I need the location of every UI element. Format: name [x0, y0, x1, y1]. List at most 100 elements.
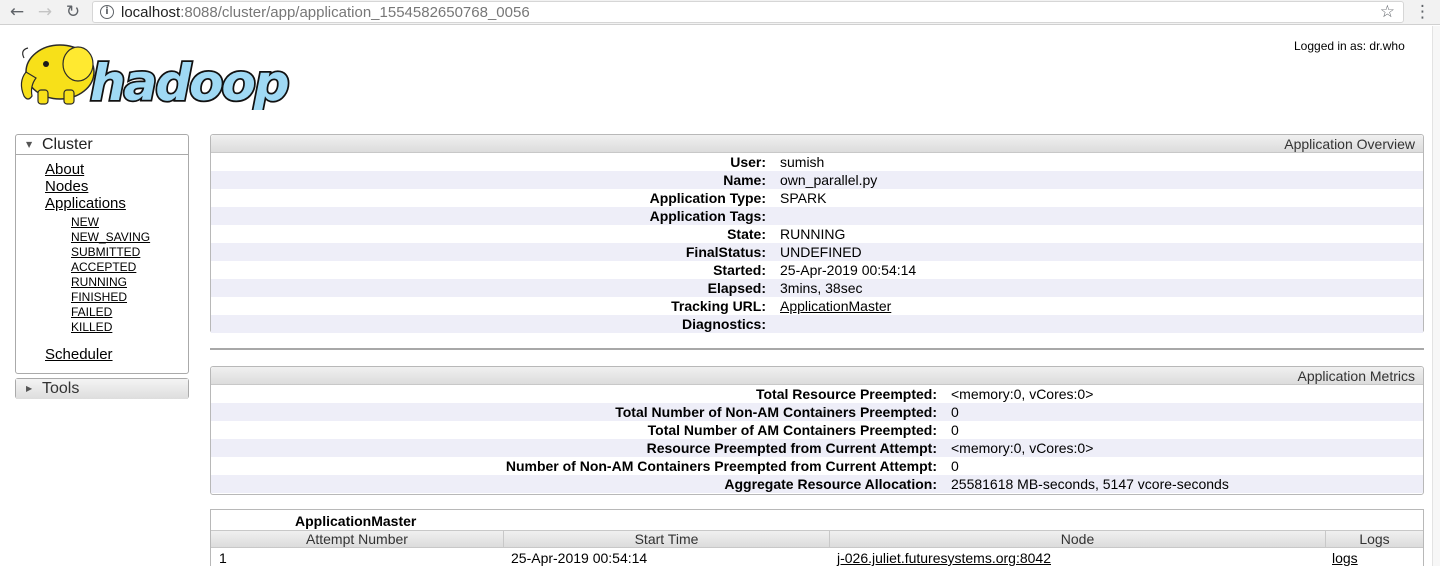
info-row-total-number-of-non-am-containers-preempted: Total Number of Non-AM Containers Preemp… — [211, 403, 1423, 421]
hadoop-elephant-logo: hadoop — [20, 44, 292, 114]
column-header-start-time[interactable]: Start Time — [504, 531, 830, 548]
back-arrow-icon[interactable]: ← — [6, 1, 28, 23]
nav-state-killed[interactable]: KILLED — [71, 320, 112, 335]
info-row-application-tags: Application Tags: — [211, 207, 1423, 225]
reload-icon[interactable]: ↻ — [62, 1, 84, 23]
nav-about[interactable]: About — [45, 161, 84, 178]
nav-state-accepted[interactable]: ACCEPTED — [71, 260, 136, 275]
info-value: 0 — [951, 404, 959, 420]
info-row-tracking-url: Tracking URL: ApplicationMaster — [211, 297, 1423, 315]
info-row-name: Name: own_parallel.py — [211, 171, 1423, 189]
info-value: sumish — [780, 154, 825, 170]
node-link[interactable]: j-026.juliet.futuresystems.org:8042 — [837, 550, 1051, 566]
cluster-header[interactable]: ▼ Cluster — [16, 135, 188, 155]
column-header-node[interactable]: Node — [830, 531, 1326, 548]
info-value: <memory:0, vCores:0> — [951, 386, 1094, 402]
attempts-table-title: ApplicationMaster — [295, 513, 417, 529]
info-value: ApplicationMaster — [780, 297, 891, 315]
info-row-number-of-non-am-containers-preempted-from-current-attempt: Number of Non-AM Containers Preempted fr… — [211, 457, 1423, 475]
nav-state-running[interactable]: RUNNING — [71, 275, 127, 290]
info-value: own_parallel.py — [780, 172, 878, 188]
info-key: User: — [730, 154, 766, 170]
info-row-total-resource-preempted: Total Resource Preempted: <memory:0, vCor… — [211, 385, 1423, 403]
info-icon[interactable]: i — [100, 5, 114, 19]
info-row-total-number-of-am-containers-preempted: Total Number of AM Containers Preempted:… — [211, 421, 1423, 439]
application-metrics-panel: Application Metrics Total Resource Preem… — [210, 366, 1424, 495]
hadoop-logo[interactable]: hadoop — [16, 38, 316, 115]
info-value: UNDEFINED — [780, 244, 862, 260]
tools-header[interactable]: ▶ Tools — [16, 379, 188, 399]
info-key: Aggregate Resource Allocation: — [724, 476, 937, 492]
expanded-triangle-icon: ▼ — [26, 140, 33, 149]
info-value: 25581618 MB-seconds, 5147 vcore-seconds — [951, 476, 1229, 492]
info-key: Name: — [723, 172, 766, 188]
menu-dots-icon[interactable]: ⋮ — [1414, 1, 1431, 23]
info-value: 0 — [951, 422, 959, 438]
attempts-table: ApplicationMaster Attempt Number Start T… — [210, 509, 1424, 566]
star-icon[interactable]: ☆ — [1380, 2, 1395, 22]
nav-nodes[interactable]: Nodes — [45, 178, 88, 195]
nav-scheduler[interactable]: Scheduler — [45, 346, 113, 363]
nav-state-new-saving[interactable]: NEW_SAVING — [71, 230, 150, 245]
logs-cell: logs — [1332, 549, 1358, 567]
info-value: 0 — [951, 458, 959, 474]
info-key: Total Number of Non-AM Containers Preemp… — [615, 404, 937, 420]
page-scrollbar[interactable] — [1432, 26, 1440, 566]
section-divider — [210, 348, 1424, 350]
cluster-menu: ▼ Cluster About Nodes Applications NEW N… — [15, 134, 189, 374]
info-row-started: Started: 25-Apr-2019 00:54:14 — [211, 261, 1423, 279]
url-text[interactable]: localhost:8088/cluster/app/application_1… — [121, 4, 530, 21]
info-key: Started: — [713, 262, 766, 278]
info-row-elapsed: Elapsed: 3mins, 38sec — [211, 279, 1423, 297]
info-key: Resource Preempted from Current Attempt: — [646, 440, 937, 456]
forward-arrow-icon[interactable]: → — [34, 1, 56, 23]
browser-toolbar: ← → ↻ i localhost:8088/cluster/app/appli… — [0, 0, 1440, 25]
logo-wordmark: hadoop — [90, 54, 288, 110]
column-header-attempt-number[interactable]: Attempt Number — [211, 531, 504, 548]
column-header-logs[interactable]: Logs — [1326, 531, 1423, 548]
info-key: State: — [727, 226, 766, 242]
info-value: SPARK — [780, 190, 827, 206]
info-key: Number of Non-AM Containers Preempted fr… — [505, 458, 937, 474]
tools-menu[interactable]: ▶ Tools — [15, 378, 189, 399]
info-value: 3mins, 38sec — [780, 280, 863, 296]
info-row-state: State: RUNNING — [211, 225, 1423, 243]
start-time-cell: 25-Apr-2019 00:54:14 — [511, 550, 648, 566]
nav-state-finished[interactable]: FINISHED — [71, 290, 127, 305]
info-key: Total Number of AM Containers Preempted: — [647, 422, 937, 438]
info-key: FinalStatus: — [685, 244, 766, 260]
overview-title: Application Overview — [211, 135, 1423, 153]
info-key: Total Resource Preempted: — [755, 386, 937, 402]
tracking-url-link[interactable]: ApplicationMaster — [780, 298, 891, 314]
address-bar[interactable]: i localhost:8088/cluster/app/application… — [92, 1, 1404, 23]
tools-label: Tools — [42, 380, 80, 397]
application-overview-panel: Application Overview User: sumish Name: own… — [210, 134, 1424, 333]
info-key: Diagnostics: — [681, 316, 766, 332]
cluster-label: Cluster — [42, 136, 93, 153]
attempt-number-cell: 1 — [219, 550, 227, 566]
nav-state-submitted[interactable]: SUBMITTED — [71, 245, 140, 260]
nav-applications[interactable]: Applications — [45, 195, 126, 212]
info-key: Elapsed: — [707, 280, 766, 296]
node-cell: j-026.juliet.futuresystems.org:8042 — [837, 549, 1051, 567]
info-row-user: User: sumish — [211, 153, 1423, 171]
nav-state-new[interactable]: NEW — [71, 215, 99, 230]
info-value: RUNNING — [780, 226, 846, 242]
nav-state-failed[interactable]: FAILED — [71, 305, 112, 320]
info-key: Application Type: — [649, 190, 766, 206]
logs-link[interactable]: logs — [1332, 550, 1358, 566]
metrics-title: Application Metrics — [211, 367, 1423, 385]
info-row-diagnostics: Diagnostics: — [211, 315, 1423, 333]
table-row: 1 25-Apr-2019 00:54:14 j-026.juliet.futu… — [211, 549, 1423, 567]
info-row-resource-preempted-from-current-attempt: Resource Preempted from Current Attempt:… — [211, 439, 1423, 457]
info-key: Tracking URL: — [671, 298, 766, 314]
info-value: <memory:0, vCores:0> — [951, 440, 1094, 456]
info-row-application-type: Application Type: SPARK — [211, 189, 1423, 207]
info-row-aggregate-resource-allocation: Aggregate Resource Allocation: 25581618 M… — [211, 475, 1423, 493]
collapsed-triangle-icon: ▶ — [26, 384, 33, 393]
info-value: 25-Apr-2019 00:54:14 — [780, 262, 917, 278]
info-row-finalstatus: FinalStatus: UNDEFINED — [211, 243, 1423, 261]
logged-in-label: Logged in as: dr.who — [1294, 39, 1405, 53]
attempts-table-header: Attempt Number Start Time Node Logs — [211, 530, 1423, 548]
info-key: Application Tags: — [649, 208, 766, 224]
